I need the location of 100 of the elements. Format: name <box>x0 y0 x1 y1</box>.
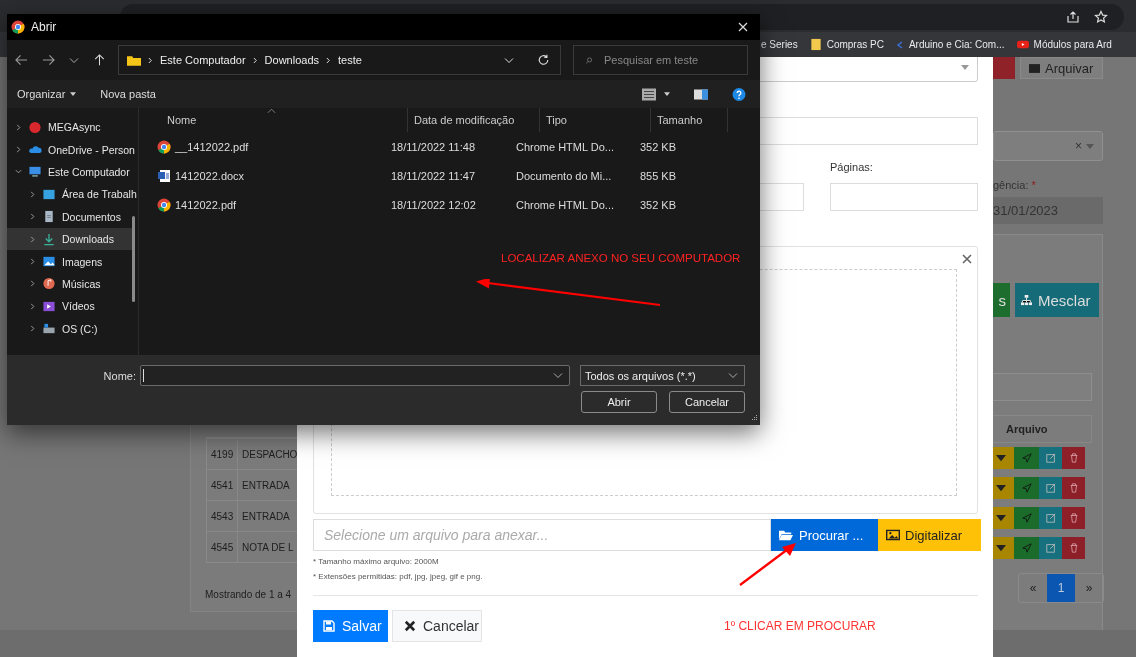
refresh-icon[interactable] <box>537 54 550 66</box>
folder-icon <box>127 54 141 66</box>
scrollbar[interactable] <box>132 216 135 302</box>
hint-text: * Tamanho máximo arquivo: 2000M <box>313 557 440 566</box>
video-icon <box>42 299 56 313</box>
table-cell-text: ENTRADA <box>241 479 290 491</box>
browse-button[interactable]: Procurar ... <box>771 519 878 551</box>
tree-item-label: Músicas <box>62 277 101 290</box>
tree-item[interactable]: MEGAsync <box>7 116 132 139</box>
page-link[interactable]: « <box>1019 574 1047 602</box>
chevron-right-icon[interactable] <box>15 146 22 154</box>
breadcrumb[interactable]: teste <box>338 54 362 66</box>
table-cell-text: DESPACHO <box>241 448 298 460</box>
monitor-icon <box>28 165 42 179</box>
tree-item[interactable]: Músicas <box>7 272 132 296</box>
chevron-right-icon[interactable] <box>29 280 36 288</box>
bookmark[interactable]: Arduino e Cia: Com... <box>895 39 1005 50</box>
file-field[interactable]: Selecione um arquivo para anexar... <box>313 519 771 551</box>
chevron-right-icon[interactable] <box>29 325 36 333</box>
bookmark[interactable]: Módulos para Ard <box>1016 38 1112 51</box>
breadcrumb[interactable]: Downloads <box>264 54 320 66</box>
tree-item[interactable]: Este Computador <box>7 160 132 184</box>
save-button[interactable]: Salvar <box>313 610 388 642</box>
chevron-right-icon <box>252 56 258 64</box>
drive-icon <box>42 322 56 336</box>
tree-item[interactable]: Documentos <box>7 205 132 228</box>
column-header[interactable]: Data de modificação <box>408 108 540 132</box>
file-type-select[interactable]: Todos os arquivos (*.*) <box>580 365 745 386</box>
browser-logo-icon <box>157 139 171 154</box>
file-row[interactable]: 1412022.docx 18/11/2022 11:47 Documento do Mi... 855 KB <box>145 161 760 190</box>
document-icon <box>42 210 56 224</box>
file-row[interactable]: 1412022.pdf 18/11/2022 12:02 Chrome HTML Do... 352 KB <box>145 190 760 219</box>
desktop-icon <box>42 187 56 201</box>
file-row[interactable]: __1412022.pdf 18/11/2022 11:48 Chrome HTML Do... 352 KB <box>145 132 760 161</box>
caret-icon <box>996 483 1006 493</box>
tree-item[interactable]: Downloads <box>7 227 132 251</box>
scan-button[interactable]: Digitalizar <box>878 519 981 551</box>
address-bar[interactable]: Este Computador Downloads teste <box>118 45 561 75</box>
table-cell-text: Chrome HTML Do... <box>515 198 614 211</box>
tree-item[interactable]: OS (C:) <box>7 317 132 340</box>
share-icon[interactable] <box>1066 10 1080 24</box>
page-link[interactable]: 1 <box>1047 574 1075 602</box>
table-cell: 4199 <box>207 439 238 469</box>
caret-icon <box>70 92 77 96</box>
chevron-right-icon[interactable] <box>29 302 36 310</box>
column-header[interactable]: Tamanho <box>651 108 728 132</box>
open-button[interactable]: Abrir <box>581 391 657 413</box>
chevron-right-icon[interactable] <box>29 213 36 221</box>
trash-icon <box>1068 453 1079 463</box>
help-icon[interactable] <box>732 87 746 101</box>
organize-menu[interactable]: Organizar <box>17 88 77 100</box>
page-link[interactable]: » <box>1075 574 1103 602</box>
chevron-right-icon[interactable] <box>29 190 36 198</box>
chevron-right-icon[interactable] <box>29 235 36 243</box>
tree-item-label: MEGAsync <box>48 121 101 134</box>
tree-item[interactable]: Vídeos <box>7 295 132 318</box>
list-view-icon[interactable] <box>642 87 656 101</box>
caret-icon <box>961 64 969 70</box>
edit-button[interactable] <box>1039 537 1062 559</box>
edit-button[interactable] <box>1039 477 1062 499</box>
chevron-down-icon[interactable] <box>69 56 79 64</box>
pages-field[interactable] <box>830 183 978 211</box>
music-note-icon <box>42 277 56 291</box>
breadcrumb[interactable]: Este Computador <box>160 54 246 66</box>
word-document-icon <box>157 168 171 183</box>
chevron-right-icon[interactable] <box>29 258 36 266</box>
table-cell: 4543 <box>207 501 238 531</box>
column-header[interactable]: Nome <box>145 108 408 132</box>
edit-button[interactable] <box>1039 507 1062 529</box>
merge-button[interactable]: Mesclar <box>1015 283 1099 317</box>
edit-button[interactable] <box>1039 447 1062 469</box>
table-cell-text: 18/11/2022 11:47 <box>390 169 476 182</box>
resize-grip-icon[interactable] <box>750 414 758 422</box>
bookmark[interactable]: e Series <box>761 39 798 50</box>
caret-icon[interactable] <box>664 92 670 96</box>
tree-item[interactable]: Imagens <box>7 250 132 273</box>
table-info: Mostrando de 1 a 4 <box>205 589 293 600</box>
search-field[interactable]: Pesquisar em teste <box>573 45 748 75</box>
back-arrow-icon[interactable] <box>15 54 28 66</box>
star-icon[interactable] <box>1094 10 1108 24</box>
new-folder-button[interactable]: Nova pasta <box>100 88 156 100</box>
table-cell-text: 352 KB <box>638 140 677 153</box>
cancel-button[interactable]: Cancelar <box>669 391 745 413</box>
tree-item-label: Downloads <box>62 233 114 246</box>
chevron-right-icon[interactable] <box>15 123 22 131</box>
cancel-button[interactable]: Cancelar <box>392 610 482 642</box>
forward-arrow-icon[interactable] <box>42 54 55 66</box>
table-cell-text: 855 KB <box>638 169 677 182</box>
chevron-down-icon[interactable] <box>15 168 22 176</box>
archive-button[interactable]: Arquivar <box>1020 57 1103 79</box>
up-arrow-icon[interactable] <box>93 54 106 66</box>
column-header[interactable]: Tipo <box>540 108 651 132</box>
bookmark[interactable]: Compras PC <box>809 38 884 51</box>
tree-item-label: Área de Trabalh <box>62 188 137 201</box>
circle-logo-icon <box>28 120 42 134</box>
chevron-right-icon <box>148 56 153 64</box>
file-name: 1412022.pdf <box>175 198 237 211</box>
file-name-field[interactable] <box>140 365 570 386</box>
tree-item-label: OneDrive - Person <box>48 143 135 156</box>
preview-pane-icon[interactable] <box>694 87 708 101</box>
